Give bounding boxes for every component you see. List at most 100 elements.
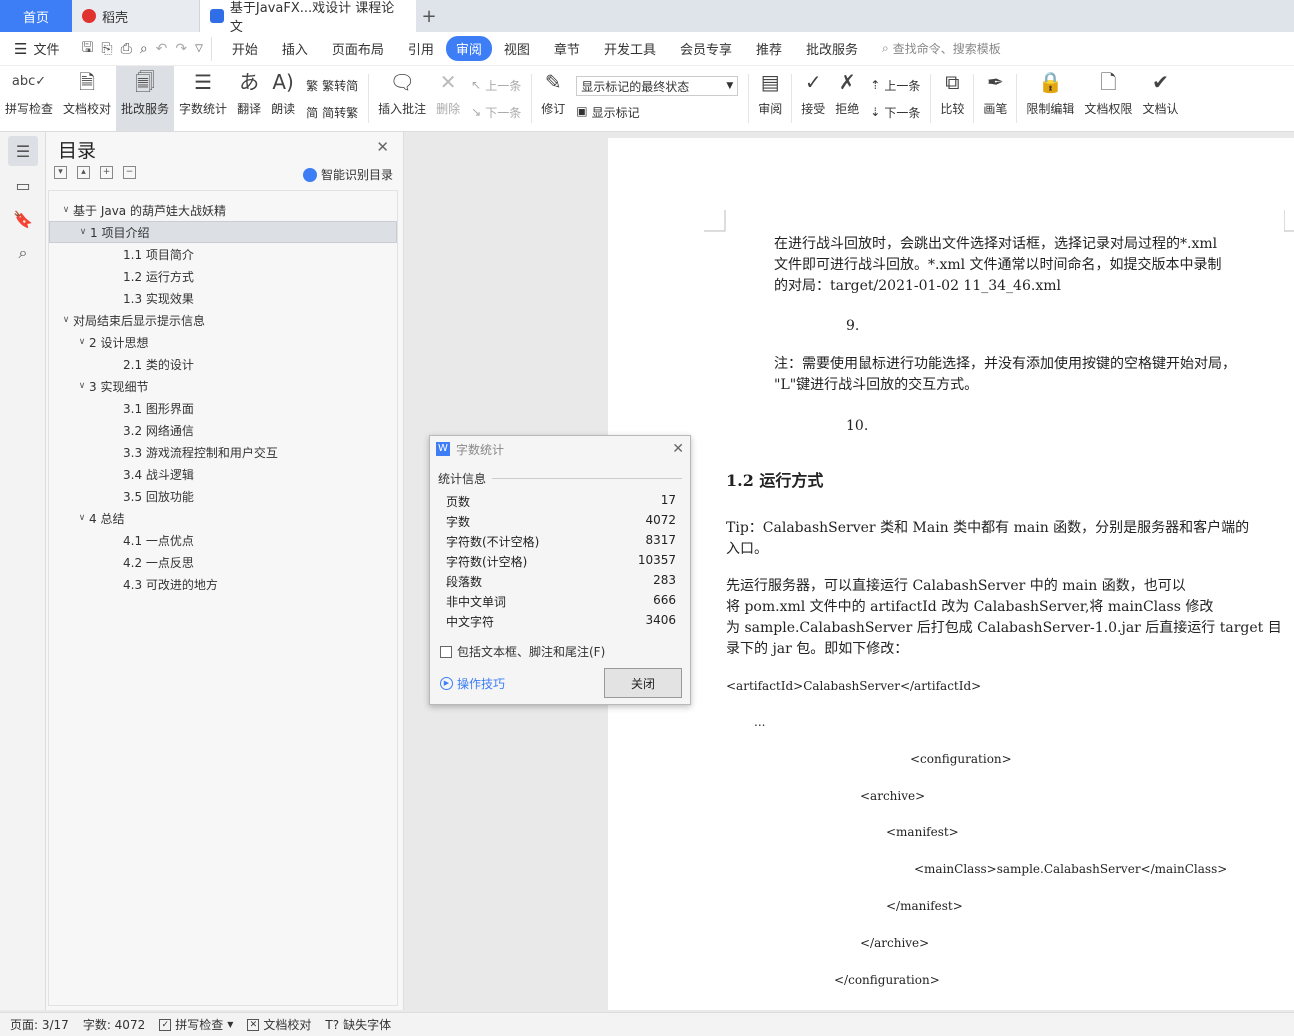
tips-label: 操作技巧 (457, 676, 506, 691)
toc-item[interactable]: 4.2 一点反思 (49, 551, 397, 573)
chapter-nav-icon[interactable]: ▭ (8, 170, 38, 200)
find-icon[interactable]: ⌕ (8, 238, 38, 268)
tab-document[interactable]: 基于JavaFX...戏设计 课程论文 (200, 0, 416, 35)
page-indicator[interactable]: 页面: 3/17 (10, 1016, 69, 1033)
menu-view[interactable]: 视图 (492, 39, 542, 58)
add-heading-icon[interactable]: + (100, 166, 113, 179)
checkbox-unchecked[interactable] (440, 645, 452, 658)
restrict-editing-button[interactable]: 🔒 限制编辑 (1021, 66, 1079, 131)
menu-start[interactable]: 开始 (220, 39, 270, 58)
menu-section[interactable]: 章节 (542, 39, 592, 58)
command-search[interactable]: ⌕ 查找命令、搜索模板 (882, 40, 1001, 57)
collapse-all-icon[interactable]: ▾ (54, 166, 67, 179)
toc-item[interactable]: 4.1 一点优点 (49, 529, 397, 551)
writer-doc-icon (210, 9, 224, 23)
toc-item[interactable]: 3.5 回放功能 (49, 485, 397, 507)
compare-button[interactable]: ⧉ 比较 (935, 66, 969, 131)
toc-item[interactable]: 3.3 游戏流程控制和用户交互 (49, 441, 397, 463)
correction-service-button[interactable]: 🗐 批改服务 (116, 66, 175, 131)
delete-comment-button[interactable]: ✕ 删除 (431, 66, 465, 131)
chevron-down-icon[interactable]: ∨ (59, 205, 73, 215)
menu-recommend[interactable]: 推荐 (744, 39, 794, 58)
prev-change-button[interactable]: ⇡ 上一条 (870, 77, 920, 94)
tips-link[interactable]: ▶ 操作技巧 (440, 675, 505, 692)
bookmark-icon[interactable]: 🔖 (8, 204, 38, 234)
toc-item[interactable]: ∨ 4 总结 (49, 507, 397, 529)
customize-dropdown-icon[interactable]: ▽ (195, 43, 203, 54)
trad-simp-icon: 繁 (306, 78, 319, 93)
document-page[interactable]: 在进行战斗回放时，会跳出文件选择对话框，选择记录对局过程的*.xml 文件即可进… (608, 138, 1294, 1010)
next-change-button[interactable]: ⇣ 下一条 (870, 104, 920, 121)
track-changes-button[interactable]: ✎ 修订 (536, 66, 570, 131)
toc-item[interactable]: 4.3 可改进的地方 (49, 573, 397, 595)
toc-item[interactable]: 1.1 项目简介 (49, 243, 397, 265)
toc-item[interactable]: ∨ 2 设计思想 (49, 331, 397, 353)
statistics-value: 3406 (645, 613, 676, 627)
document-auth-button[interactable]: ✔ 文档认 (1137, 66, 1183, 131)
chevron-down-icon[interactable]: ∨ (59, 315, 73, 325)
save-icon[interactable]: 🖫 (81, 37, 93, 61)
menu-member[interactable]: 会员专享 (668, 39, 744, 58)
close-button[interactable]: 关闭 (604, 668, 682, 698)
next-comment-button[interactable]: ↘ 下一条 (471, 104, 521, 121)
menu-insert[interactable]: 插入 (270, 39, 320, 58)
new-tab-button[interactable]: + (416, 0, 442, 32)
word-count-indicator[interactable]: 字数: 4072 (83, 1016, 145, 1033)
proofread-button[interactable]: 🗎 文档校对 (58, 66, 116, 131)
toc-item[interactable]: 2.1 类的设计 (49, 353, 397, 375)
toc-item[interactable]: 1.2 运行方式 (49, 265, 397, 287)
tab-daoke[interactable]: 稻壳 (72, 0, 200, 32)
translate-button[interactable]: あ 翻译 (232, 66, 266, 131)
proofread-status[interactable]: ✕ 文档校对 (247, 1016, 311, 1033)
menu-page-layout[interactable]: 页面布局 (320, 39, 396, 58)
word-count-button[interactable]: ☰ 字数统计 (174, 66, 232, 131)
toc-close-icon[interactable]: ✕ (376, 138, 389, 156)
menu-references[interactable]: 引用 (396, 39, 446, 58)
chevron-down-icon[interactable]: ∨ (75, 381, 89, 391)
toc-item[interactable]: 1.3 实现效果 (49, 287, 397, 309)
read-aloud-button[interactable]: A) 朗读 (266, 66, 300, 131)
proofread-label: 文档校对 (63, 102, 112, 116)
toc-item[interactable]: ∨ 基于 Java 的葫芦娃大战妖精 (49, 199, 397, 221)
chevron-down-icon[interactable]: ∨ (76, 227, 90, 237)
toc-item[interactable]: ∨ 3 实现细节 (49, 375, 397, 397)
markup-display-select[interactable]: 显示标记的最终状态 ▼ (576, 76, 739, 96)
undo-icon[interactable]: ↶ (156, 41, 168, 57)
menu-correction[interactable]: 批改服务 (794, 39, 870, 58)
spell-check-status[interactable]: ✓ 拼写检查 ▼ (159, 1016, 233, 1033)
spell-check-button[interactable]: abc✓ 拼写检查 (0, 66, 58, 131)
tab-home[interactable]: 首页 (0, 0, 72, 32)
show-markup-button[interactable]: ▣ 显示标记 (576, 104, 738, 121)
toc-nav-icon[interactable]: ☰ (8, 136, 38, 166)
pen-button[interactable]: ✒ 画笔 (978, 66, 1012, 131)
reject-button[interactable]: ✗ 拒绝 (830, 66, 864, 131)
insert-comment-button[interactable]: 🗨 插入批注 (373, 66, 431, 131)
chevron-down-icon[interactable]: ∨ (75, 513, 89, 523)
menu-developer[interactable]: 开发工具 (592, 39, 668, 58)
print-icon[interactable]: ⎙ (121, 41, 132, 57)
toc-item[interactable]: 3.2 网络通信 (49, 419, 397, 441)
file-menu[interactable]: ☰ 文件 (0, 39, 73, 59)
prev-comment-button[interactable]: ↖ 上一条 (471, 77, 521, 94)
review-pane-button[interactable]: ▤ 审阅 (753, 66, 787, 131)
chevron-down-icon[interactable]: ∨ (75, 337, 89, 347)
toc-item[interactable]: 3.1 图形界面 (49, 397, 397, 419)
toc-item[interactable]: ∨ 对局结束后显示提示信息 (49, 309, 397, 331)
dialog-title-bar[interactable]: W 字数统计 ✕ (430, 436, 690, 462)
remove-heading-icon[interactable]: − (123, 166, 136, 179)
toc-item[interactable]: ∨ 1 项目介绍 (49, 221, 397, 243)
include-textbox-checkbox[interactable]: 包括文本框、脚注和尾注(F) (440, 643, 690, 660)
accept-button[interactable]: ✓ 接受 (796, 66, 830, 131)
trad-to-simp-button[interactable]: 繁繁转简 (306, 77, 358, 94)
missing-font-status[interactable]: T? 缺失字体 (325, 1016, 391, 1033)
expand-all-icon[interactable]: ▴ (77, 166, 90, 179)
toc-item[interactable]: 3.4 战斗逻辑 (49, 463, 397, 485)
smart-toc-button[interactable]: 智能识别目录 (302, 166, 393, 183)
document-rights-button[interactable]: 🗋 文档权限 (1079, 66, 1137, 131)
simp-to-trad-button[interactable]: 简简转繁 (306, 104, 358, 121)
export-icon[interactable]: ⎘ (101, 41, 112, 57)
close-icon[interactable]: ✕ (672, 441, 684, 457)
redo-icon[interactable]: ↷ (175, 41, 187, 57)
menu-review[interactable]: 审阅 (445, 36, 492, 61)
print-preview-icon[interactable]: ⌕ (140, 41, 148, 57)
